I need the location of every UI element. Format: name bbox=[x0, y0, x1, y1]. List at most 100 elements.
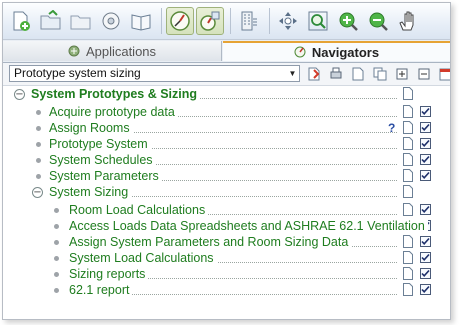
item-checkbox[interactable] bbox=[420, 122, 431, 133]
disc-button[interactable] bbox=[97, 7, 125, 35]
tree-item[interactable]: Room Load Calculations bbox=[69, 202, 209, 218]
check-icon bbox=[421, 237, 430, 245]
print-button[interactable] bbox=[328, 66, 344, 82]
document-icon[interactable] bbox=[403, 185, 413, 198]
item-checkbox[interactable] bbox=[420, 138, 431, 149]
open-button[interactable] bbox=[37, 7, 65, 35]
document-icon[interactable] bbox=[403, 267, 413, 280]
bullet-icon bbox=[54, 224, 59, 229]
toolbar-separator bbox=[230, 8, 231, 34]
tree-item[interactable]: Assign Rooms bbox=[49, 120, 133, 136]
window: Applications Navigators Prototype system… bbox=[2, 2, 451, 320]
check-icon bbox=[421, 205, 430, 213]
new-icon bbox=[13, 11, 30, 31]
navigator-select-value: Prototype system sizing bbox=[14, 66, 141, 80]
tree-item-label: Access Loads Data Spreadsheets and ASHRA… bbox=[69, 219, 428, 233]
document-icon[interactable] bbox=[403, 105, 413, 118]
tree-item[interactable]: Prototype System bbox=[49, 136, 151, 152]
check-icon bbox=[421, 155, 430, 163]
document-icon[interactable] bbox=[403, 203, 413, 216]
hand-button[interactable] bbox=[394, 7, 422, 35]
document-icon bbox=[352, 67, 364, 81]
compass-button[interactable] bbox=[166, 7, 194, 35]
toolbar-separator bbox=[161, 8, 162, 34]
check-icon bbox=[421, 269, 430, 277]
hand-icon bbox=[399, 11, 414, 31]
zoom-in-button[interactable] bbox=[334, 7, 362, 35]
calendar-button[interactable] bbox=[438, 66, 450, 82]
tree-root[interactable]: System Prototypes & Sizing bbox=[31, 86, 201, 102]
item-checkbox[interactable] bbox=[420, 154, 431, 165]
item-checkbox[interactable] bbox=[420, 252, 431, 263]
collapse-icon[interactable]: − bbox=[32, 187, 43, 198]
document-button[interactable] bbox=[350, 66, 366, 82]
document-icon[interactable] bbox=[403, 153, 413, 166]
copy-button[interactable] bbox=[372, 66, 388, 82]
copy-icon bbox=[373, 67, 387, 81]
tree-group[interactable]: System Sizing bbox=[49, 184, 132, 200]
document-icon[interactable] bbox=[403, 251, 413, 264]
pan-icon bbox=[279, 12, 297, 30]
bullet-icon bbox=[36, 126, 41, 131]
tab-applications-label: Applications bbox=[85, 43, 157, 59]
document-icon[interactable] bbox=[403, 283, 413, 296]
tree-item[interactable]: System Schedules bbox=[49, 152, 156, 168]
bullet-icon bbox=[54, 272, 59, 277]
leader-line bbox=[193, 98, 397, 99]
collapse-icon[interactable]: − bbox=[14, 89, 25, 100]
document-icon[interactable] bbox=[403, 87, 413, 100]
export-button[interactable] bbox=[306, 66, 322, 82]
tree-item[interactable]: System Load Calculations bbox=[69, 250, 217, 266]
bullet-icon bbox=[36, 174, 41, 179]
navigator-bar: Prototype system sizing ▼ bbox=[3, 63, 450, 86]
zoom-extent-icon bbox=[308, 11, 328, 31]
zoom-out-button[interactable] bbox=[364, 7, 392, 35]
item-checkbox[interactable] bbox=[420, 284, 431, 295]
expand-all-icon bbox=[396, 68, 408, 80]
help-icon[interactable]: ? bbox=[388, 121, 395, 135]
tree-item[interactable]: Assign System Parameters and Room Sizing… bbox=[69, 234, 352, 250]
compass-grid-icon bbox=[200, 11, 220, 31]
tree-item-label: Assign Rooms bbox=[49, 121, 133, 135]
tree-item[interactable]: Acquire prototype data bbox=[49, 104, 178, 120]
expand-all-button[interactable] bbox=[394, 66, 410, 82]
tab-navigators-label: Navigators bbox=[311, 44, 380, 60]
book-button[interactable] bbox=[127, 7, 155, 35]
collapse-all-button[interactable] bbox=[416, 66, 432, 82]
tree-item[interactable]: Sizing reports bbox=[69, 266, 149, 282]
item-checkbox[interactable] bbox=[420, 106, 431, 117]
zoom-out-icon bbox=[369, 12, 388, 31]
chevron-down-icon[interactable]: ▼ bbox=[286, 66, 299, 81]
zoom-extent-button[interactable] bbox=[304, 7, 332, 35]
tab-navigators[interactable]: Navigators bbox=[223, 41, 450, 61]
document-icon[interactable] bbox=[403, 137, 413, 150]
pan-button[interactable] bbox=[274, 7, 302, 35]
tree-root-label: System Prototypes & Sizing bbox=[31, 87, 201, 101]
tree-item[interactable]: System Parameters bbox=[49, 168, 162, 184]
tab-bar: Applications Navigators bbox=[3, 40, 450, 63]
bullet-icon bbox=[54, 256, 59, 261]
folder-button[interactable] bbox=[67, 7, 95, 35]
building-button[interactable] bbox=[235, 7, 263, 35]
zoom-in-icon bbox=[339, 12, 358, 31]
item-checkbox[interactable] bbox=[420, 204, 431, 215]
item-checkbox[interactable] bbox=[420, 236, 431, 247]
book-icon bbox=[131, 14, 151, 31]
tab-applications[interactable]: Applications bbox=[3, 41, 222, 61]
item-checkbox[interactable] bbox=[420, 170, 431, 181]
tree-group-label: System Sizing bbox=[49, 185, 132, 199]
bullet-icon bbox=[36, 110, 41, 115]
document-icon[interactable] bbox=[403, 169, 413, 182]
document-icon[interactable] bbox=[403, 235, 413, 248]
navigator-select[interactable]: Prototype system sizing ▼ bbox=[9, 65, 300, 82]
export-icon bbox=[308, 67, 320, 81]
new-button[interactable] bbox=[7, 7, 35, 35]
tree-item[interactable]: Access Loads Data Spreadsheets and ASHRA… bbox=[69, 218, 428, 234]
collapse-all-icon bbox=[418, 68, 430, 80]
compass-grid-button[interactable] bbox=[196, 7, 224, 35]
applications-icon bbox=[68, 45, 80, 57]
item-checkbox[interactable] bbox=[420, 268, 431, 279]
folder-icon bbox=[70, 15, 91, 30]
tree-item[interactable]: 62.1 report bbox=[69, 282, 133, 298]
document-icon[interactable] bbox=[403, 121, 413, 134]
